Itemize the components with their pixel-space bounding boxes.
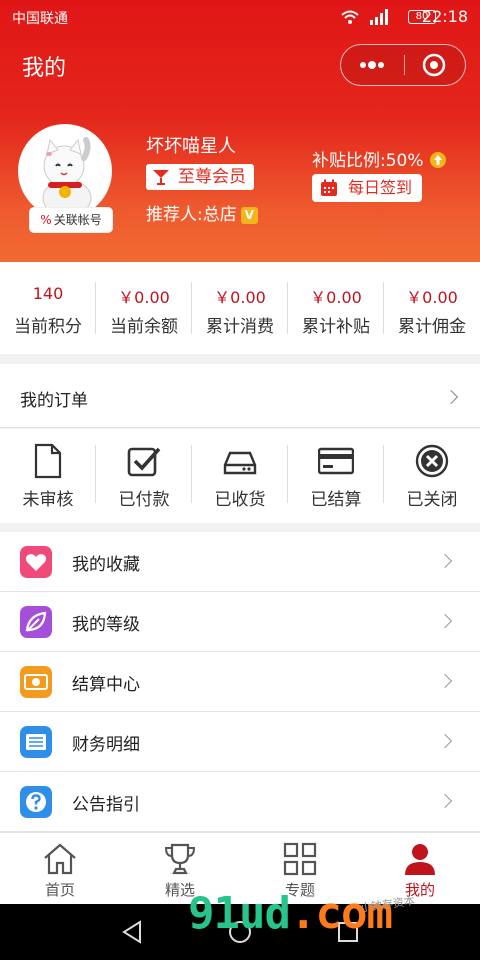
signal-icon: [370, 9, 388, 25]
avatar[interactable]: [18, 124, 112, 218]
target-close-icon: [422, 53, 446, 77]
order-status-settled[interactable]: 已结算: [288, 429, 384, 523]
my-orders-title: 我的订单: [20, 391, 88, 411]
stat-total-subsidy[interactable]: ￥0.00 累计补贴: [288, 262, 384, 354]
chevron-right-icon: [437, 793, 453, 809]
chevron-right-icon: [437, 613, 453, 629]
menu-item-notice[interactable]: 公告指引: [0, 772, 480, 832]
stat-points[interactable]: 140 当前积分: [0, 262, 96, 354]
stat-label: 累计佣金: [398, 317, 466, 337]
menu-item-finance[interactable]: 财务明细: [0, 712, 480, 772]
feature-menu: 我的收藏 我的等级 结算中心 财务明细 公告指引: [0, 532, 480, 832]
chevron-right-icon: [437, 733, 453, 749]
more-dots-icon: [360, 61, 384, 69]
checkin-label: 每日签到: [348, 178, 413, 197]
order-status-paid[interactable]: 已付款: [96, 429, 192, 523]
order-status-pending-review[interactable]: 未审核: [0, 429, 96, 523]
menu-item-level[interactable]: 我的等级: [0, 592, 480, 652]
drive-icon: [223, 451, 257, 475]
document-icon: [34, 443, 62, 479]
carrier-label: 中国联通: [12, 11, 68, 27]
link-account-label: 关联帐号: [53, 213, 102, 227]
menu-item-settlement[interactable]: 结算中心: [0, 652, 480, 712]
stat-value: 140: [32, 284, 64, 303]
order-status-label: 已关闭: [406, 490, 458, 510]
referrer-label: 推荐人:总店: [146, 205, 237, 225]
profile-header: 中国联通 80 22:18 我的 % 关联帐号 坏坏喵星人 至尊会员 推荐人:总…: [0, 0, 480, 262]
stat-value: ￥0.00: [214, 288, 266, 307]
my-orders-row[interactable]: 我的订单: [0, 364, 480, 428]
stat-total-commission[interactable]: ￥0.00 累计佣金: [384, 262, 480, 354]
chevron-right-icon: [437, 553, 453, 569]
order-status-label: 已收货: [214, 490, 266, 510]
status-icons: 80: [340, 9, 436, 25]
grid-icon: [283, 842, 317, 876]
card-icon: [318, 447, 354, 475]
user-name: 坏坏喵星人: [146, 136, 236, 157]
stat-label: 当前余额: [110, 317, 178, 337]
stat-label: 累计消费: [206, 317, 274, 337]
stat-balance[interactable]: ￥0.00 当前余额: [96, 262, 192, 354]
money-icon: [20, 666, 52, 698]
chevron-right-icon: [437, 673, 453, 689]
cocktail-icon: [153, 170, 169, 185]
watermark-main: 91ud: [188, 888, 291, 939]
subsidy-label: 补贴比例:50%: [312, 151, 424, 171]
vip-badge: 至尊会员: [146, 164, 254, 190]
daily-checkin-button[interactable]: 每日签到: [312, 174, 423, 202]
stat-total-spend[interactable]: ￥0.00 累计消费: [192, 262, 288, 354]
tab-home[interactable]: 首页: [0, 833, 120, 904]
stat-value: ￥0.00: [118, 288, 170, 307]
menu-item-label: 结算中心: [72, 675, 140, 695]
calendar-icon: [321, 179, 337, 196]
menu-item-label: 财务明细: [72, 735, 140, 755]
stat-label: 当前积分: [14, 317, 82, 337]
link-account-button[interactable]: % 关联帐号: [30, 208, 112, 232]
question-icon: [20, 786, 52, 818]
stat-label: 累计补贴: [302, 317, 370, 337]
order-status-closed[interactable]: 已关闭: [384, 429, 480, 523]
order-status-label: 已结算: [310, 490, 362, 510]
page-title: 我的: [22, 56, 67, 81]
back-triangle-icon[interactable]: [116, 916, 148, 948]
leaf-icon: [20, 606, 52, 638]
close-miniprogram-button[interactable]: [403, 45, 465, 85]
home-icon: [44, 843, 76, 875]
menu-item-favorites[interactable]: 我的收藏: [0, 532, 480, 592]
stat-value: ￥0.00: [310, 288, 362, 307]
subsidy-ratio: 补贴比例:50%: [312, 146, 446, 171]
menu-item-label: 我的收藏: [72, 555, 140, 575]
account-stats: 140 当前积分 ￥0.00 当前余额 ￥0.00 累计消费 ￥0.00 累计补贴 ￥0…: [0, 262, 480, 354]
wifi-icon: [341, 10, 359, 24]
chevron-right-icon: [443, 389, 459, 405]
heart-icon: [20, 546, 52, 578]
status-bar: 中国联通 80 22:18: [0, 0, 480, 34]
order-status-label: 已付款: [118, 490, 170, 510]
trophy-icon: [164, 843, 196, 875]
checkbox-icon: [127, 447, 161, 477]
order-status-label: 未审核: [22, 490, 74, 510]
order-status-received[interactable]: 已收货: [192, 429, 288, 523]
link-icon: %: [40, 213, 52, 227]
miniprogram-capsule: [340, 44, 466, 86]
lucky-cat-avatar-icon: [20, 126, 110, 216]
tab-label: 首页: [44, 881, 75, 899]
close-circle-icon: [415, 444, 449, 478]
arrow-up-icon: [429, 152, 446, 168]
clock: 22:18: [421, 7, 468, 26]
vip-label: 至尊会员: [178, 167, 246, 187]
referrer: 推荐人:总店 V: [146, 200, 258, 225]
referrer-v-tag: V: [240, 207, 258, 224]
menu-item-label: 公告指引: [72, 795, 140, 815]
stat-value: ￥0.00: [406, 288, 458, 307]
menu-item-label: 我的等级: [72, 615, 140, 635]
list-icon: [20, 726, 52, 758]
person-icon: [405, 844, 435, 875]
more-button[interactable]: [341, 45, 403, 85]
order-status-bar: 未审核 已付款 已收货 已结算 已关闭: [0, 429, 480, 523]
